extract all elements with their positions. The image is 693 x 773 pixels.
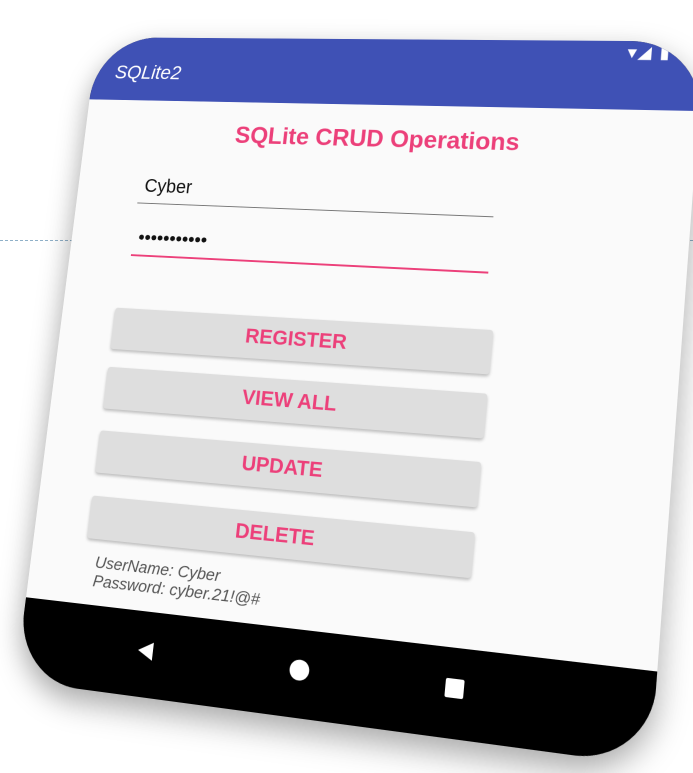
username-input[interactable]: Cyber xyxy=(137,173,497,218)
credentials-info: UserName: Cyber Password: cyber.21!@# xyxy=(92,553,263,609)
register-button[interactable]: REGISTER xyxy=(110,307,494,375)
device-frame: ▾◢ ▮ ▪ SQLite2 SQLite CRUD Operations Cy… xyxy=(15,37,693,766)
password-input[interactable]: ••••••••••• xyxy=(130,224,492,274)
phone-stage: ▾◢ ▮ ▪ SQLite2 SQLite CRUD Operations Cy… xyxy=(0,0,693,773)
phone-mockup: ▾◢ ▮ ▪ SQLite2 SQLite CRUD Operations Cy… xyxy=(15,37,693,766)
view-all-button[interactable]: VIEW ALL xyxy=(103,366,488,439)
username-value: Cyber xyxy=(143,176,194,199)
app-bar: ▾◢ ▮ ▪ SQLite2 xyxy=(89,37,693,112)
screen-content: SQLite CRUD Operations Cyber •••••••••••… xyxy=(26,99,693,672)
update-button[interactable]: UPDATE xyxy=(95,430,482,508)
page-heading: SQLite CRUD Operations xyxy=(233,122,521,157)
home-icon[interactable] xyxy=(288,658,311,682)
back-icon[interactable] xyxy=(137,640,154,661)
recents-icon[interactable] xyxy=(444,677,465,700)
status-bar-icons: ▾◢ ▮ ▪ xyxy=(627,44,687,63)
app-title: SQLite2 xyxy=(113,62,183,84)
password-value: ••••••••••• xyxy=(137,227,209,252)
